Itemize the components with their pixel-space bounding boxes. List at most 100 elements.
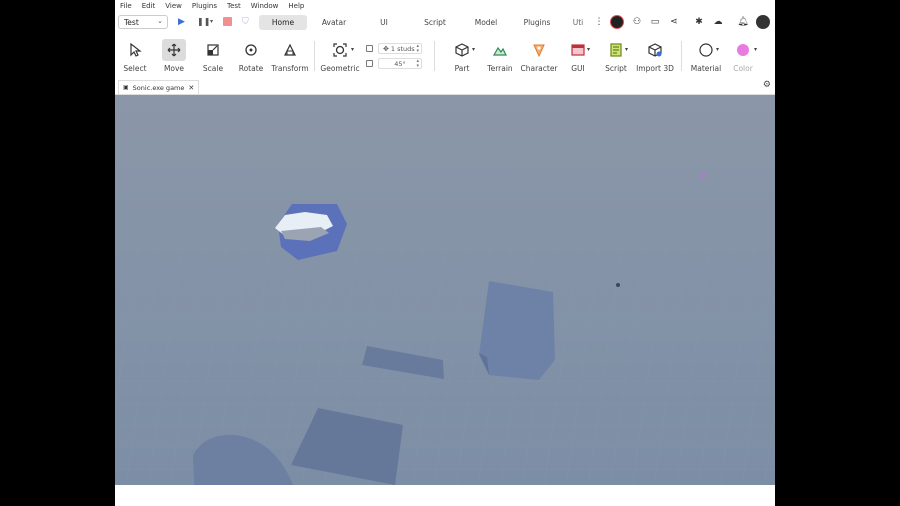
import-3d-button[interactable]: Import 3D xyxy=(636,39,674,77)
chevron-down-icon[interactable]: ▾ xyxy=(351,46,354,53)
tab-ui[interactable]: UI xyxy=(371,15,397,30)
studio-window: File Edit View Plugins Test Window Help … xyxy=(115,0,775,506)
user-avatar[interactable] xyxy=(756,15,770,29)
color-swatch-icon xyxy=(731,39,755,61)
bottom-bar xyxy=(115,485,775,506)
move-tool-button[interactable]: Move xyxy=(161,39,187,77)
color-label: Color xyxy=(733,64,753,73)
rotate-snap-checkbox[interactable] xyxy=(366,60,373,67)
gui-label: GUI xyxy=(571,64,585,73)
material-label: Material xyxy=(690,64,722,73)
more-vertical-icon[interactable]: ⋮ xyxy=(593,16,605,28)
cube-icon xyxy=(450,39,474,61)
geometric-icon xyxy=(328,39,352,61)
share-icon[interactable]: ⋖ xyxy=(668,16,680,28)
terrain-icon xyxy=(488,39,512,61)
chevron-down-icon[interactable]: ▾ xyxy=(587,46,590,53)
chat-icon[interactable]: ▭ xyxy=(649,16,661,28)
import-3d-label: Import 3D xyxy=(636,64,674,73)
stepper-icon: ▴ ▾ xyxy=(416,42,419,54)
menu-help[interactable]: Help xyxy=(283,2,309,10)
move-snap-row: ✥ 1 studs ▴ ▾ xyxy=(366,43,422,54)
color-button[interactable]: Color xyxy=(728,39,758,77)
menu-view[interactable]: View xyxy=(160,2,187,10)
terrain-label: Terrain xyxy=(487,64,513,73)
stepper-icon: ▴ ▾ xyxy=(416,57,419,69)
chevron-down-icon[interactable]: ▾ xyxy=(625,46,628,53)
script-label: Script xyxy=(605,64,627,73)
mode-select[interactable]: Test ⌄ xyxy=(118,15,168,29)
bell-icon[interactable]: 🔔︎ xyxy=(737,16,749,28)
character-icon xyxy=(527,39,551,61)
avatar-badge-icon[interactable] xyxy=(610,15,624,29)
pause-icon[interactable]: ❚❚ xyxy=(197,16,210,28)
move-snap-value: 1 studs xyxy=(390,44,415,53)
part-label: Part xyxy=(454,64,470,73)
character-label: Character xyxy=(520,64,558,73)
dark-marker[interactable] xyxy=(616,283,620,287)
cursor-icon xyxy=(123,39,147,61)
chevron-down-icon: ⌄ xyxy=(157,17,163,25)
material-circle-icon xyxy=(694,39,718,61)
move-arrows-icon xyxy=(162,39,186,61)
menu-bar: File Edit View Plugins Test Window Help xyxy=(115,0,775,12)
tall-block-part[interactable] xyxy=(479,281,555,380)
tab-utilities[interactable]: Uti xyxy=(567,15,589,30)
menu-window[interactable]: Window xyxy=(246,2,284,10)
shield-icon[interactable]: ⛉ xyxy=(242,16,249,28)
tab-home[interactable]: Home xyxy=(259,15,307,30)
transform-icon xyxy=(278,39,302,61)
chevron-down-icon[interactable]: ▾ xyxy=(210,16,213,28)
scale-tool-label: Scale xyxy=(202,64,224,73)
terrain-button[interactable]: Terrain xyxy=(484,39,516,77)
gui-button[interactable]: GUI xyxy=(565,39,591,77)
rotate-snap-field[interactable]: 45° ▴ ▾ xyxy=(378,58,422,69)
mode-select-value: Test xyxy=(124,17,139,27)
menu-plugins[interactable]: Plugins xyxy=(187,2,222,10)
menu-file[interactable]: File xyxy=(115,2,137,10)
stop-icon[interactable] xyxy=(223,17,232,26)
character-button[interactable]: Character xyxy=(520,39,558,77)
rotate-tool-label: Rotate xyxy=(238,64,264,73)
select-tool-label: Select xyxy=(123,64,147,73)
3d-viewport[interactable] xyxy=(115,95,775,485)
script-button[interactable]: Script xyxy=(603,39,629,77)
transform-tool-button[interactable]: Transform xyxy=(271,39,309,77)
ribbon-divider xyxy=(434,41,435,71)
material-button[interactable]: Material xyxy=(690,39,722,77)
rotate-snap-row: 45° ▴ ▾ xyxy=(366,58,422,69)
geometric-label: Geometric xyxy=(320,64,360,73)
menu-test[interactable]: Test xyxy=(222,2,246,10)
top-tab-row: Test ⌄ ▶ ❚❚ ▾ ⛉ Home Avatar UI Script Mo… xyxy=(115,13,775,33)
tab-model[interactable]: Model xyxy=(466,15,506,30)
document-tab-title: Sonic.exe game xyxy=(132,83,185,92)
import-cube-icon xyxy=(643,39,667,61)
move-snap-field[interactable]: ✥ 1 studs ▴ ▾ xyxy=(378,43,422,54)
chevron-down-icon[interactable]: ▾ xyxy=(754,46,757,53)
select-tool-button[interactable]: Select xyxy=(122,39,148,77)
menu-edit[interactable]: Edit xyxy=(137,2,161,10)
cloud-icon[interactable]: ☁ xyxy=(712,16,724,28)
tab-script[interactable]: Script xyxy=(415,15,455,30)
chevron-down-icon[interactable]: ▾ xyxy=(716,46,719,53)
pink-marker[interactable] xyxy=(701,173,705,177)
move-snap-checkbox[interactable] xyxy=(366,45,373,52)
scale-tool-button[interactable]: Scale xyxy=(200,39,226,77)
user-add-icon[interactable]: ⚇ xyxy=(631,16,643,28)
move-tool-label: Move xyxy=(163,64,185,73)
geometric-button[interactable]: Geometric xyxy=(320,39,360,77)
gear-icon[interactable]: ⚙ xyxy=(763,80,771,90)
tab-avatar[interactable]: Avatar xyxy=(313,15,355,30)
ribbon-divider xyxy=(314,41,315,71)
close-icon[interactable]: ✕ xyxy=(188,84,194,92)
move-arrows-icon: ✥ xyxy=(383,44,389,53)
tab-plugins[interactable]: Plugins xyxy=(516,15,558,30)
part-button[interactable]: Part xyxy=(448,39,476,77)
ribbon-divider xyxy=(681,41,682,71)
chevron-down-icon[interactable]: ▾ xyxy=(472,46,475,53)
rotate-tool-button[interactable]: Rotate xyxy=(237,39,265,77)
team-icon[interactable]: ✱ xyxy=(693,16,705,28)
document-tab[interactable]: ▣ Sonic.exe game ✕ xyxy=(118,80,200,94)
scale-icon xyxy=(201,39,225,61)
play-icon[interactable]: ▶ xyxy=(178,16,185,28)
